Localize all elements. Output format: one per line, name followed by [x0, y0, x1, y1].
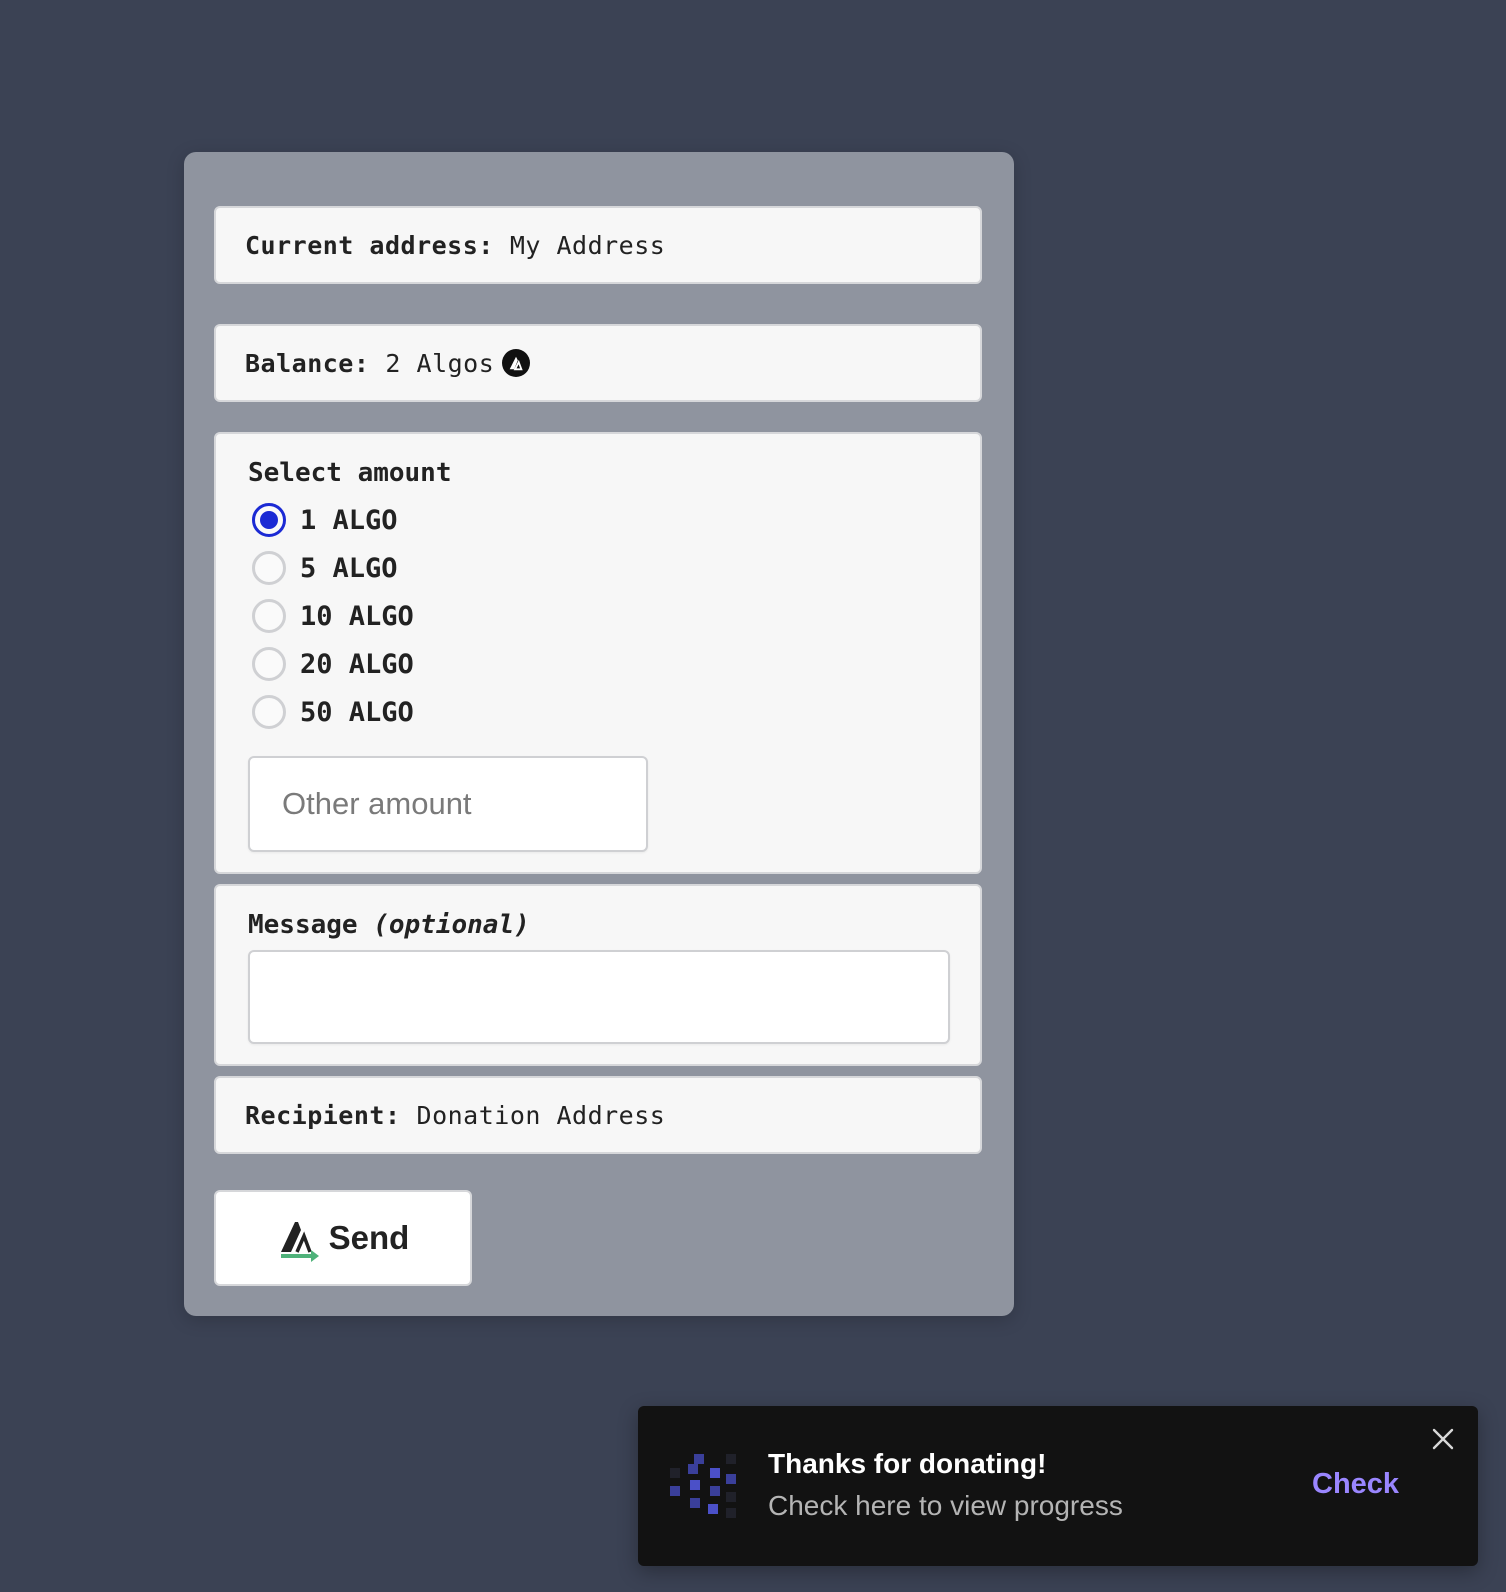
algorand-send-icon [277, 1214, 325, 1262]
radio-button[interactable] [252, 551, 286, 585]
current-address-value: My Address [509, 230, 666, 260]
message-section: Message (optional) [214, 884, 982, 1066]
balance-value: 2 Algos [385, 348, 495, 378]
current-address-row: Current address: My Address [214, 206, 982, 284]
radio-button[interactable] [252, 695, 286, 729]
message-input[interactable] [248, 950, 950, 1044]
toast-title: Thanks for donating! [768, 1448, 1047, 1479]
send-button[interactable]: Send [214, 1190, 472, 1286]
amount-section: Select amount 1 ALGO 5 ALGO 10 ALGO 20 ALGO… [214, 432, 982, 874]
close-icon[interactable] [1430, 1426, 1456, 1452]
radio-button[interactable] [252, 503, 286, 537]
send-button-label: Send [328, 1219, 410, 1256]
donation-toast: Thanks for donating! Check here to view … [638, 1406, 1478, 1566]
pixel-logo-icon [670, 1454, 740, 1523]
algorand-logo-icon [502, 349, 531, 377]
donation-card: Current address: My Address Balance: 2 A… [184, 152, 1014, 1316]
message-title: Message (optional) [248, 910, 948, 940]
toast-subtitle[interactable]: Check here to view progress [768, 1490, 1123, 1522]
amount-option[interactable]: 1 ALGO [248, 496, 948, 544]
amount-option-label: 20 ALGO [300, 648, 414, 680]
amount-option-label: 10 ALGO [300, 600, 414, 632]
radio-button[interactable] [252, 647, 286, 681]
balance-row: Balance: 2 Algos [214, 324, 982, 402]
amount-option-label: 5 ALGO [300, 552, 398, 584]
amount-option[interactable]: 5 ALGO [248, 544, 948, 592]
recipient-value: Donation Address [416, 1100, 666, 1130]
balance-label: Balance: [245, 348, 370, 378]
amount-option-label: 50 ALGO [300, 696, 414, 728]
amount-option[interactable]: 50 ALGO [248, 688, 948, 736]
toast-check-link[interactable]: Check [1312, 1468, 1399, 1501]
amount-title: Select amount [248, 458, 452, 488]
amount-options: 1 ALGO 5 ALGO 10 ALGO 20 ALGO 50 ALGO [248, 496, 948, 736]
message-title-label: Message [248, 910, 358, 940]
amount-option[interactable]: 20 ALGO [248, 640, 948, 688]
current-address-label: Current address: [245, 230, 494, 260]
recipient-label: Recipient: [245, 1100, 401, 1130]
radio-button[interactable] [252, 599, 286, 633]
message-title-optional: (optional) [373, 910, 530, 940]
other-amount-input[interactable] [248, 756, 648, 852]
recipient-row: Recipient: Donation Address [214, 1076, 982, 1154]
amount-option-label: 1 ALGO [300, 504, 398, 536]
amount-option[interactable]: 10 ALGO [248, 592, 948, 640]
